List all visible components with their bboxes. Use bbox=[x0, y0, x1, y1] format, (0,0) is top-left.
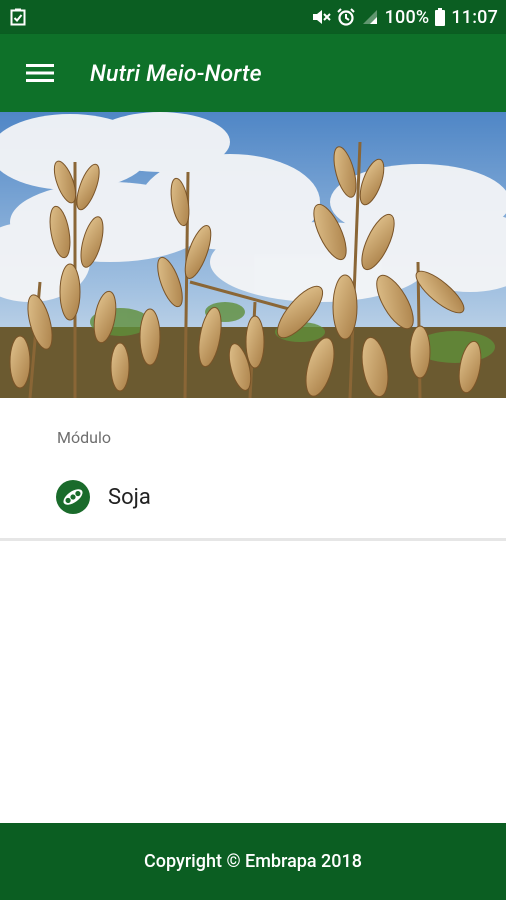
soybean-icon bbox=[56, 480, 90, 514]
mute-icon bbox=[311, 8, 331, 26]
alarm-icon bbox=[336, 8, 355, 26]
app-title: Nutri Meio-Norte bbox=[90, 59, 262, 87]
hamburger-menu-icon[interactable] bbox=[26, 63, 54, 83]
module-item-soja[interactable]: Soja bbox=[56, 478, 151, 516]
copyright-text: Copyright © Embrapa 2018 bbox=[144, 851, 362, 872]
clock: 11:07 bbox=[451, 6, 498, 28]
app-bar: Nutri Meio-Norte bbox=[0, 34, 506, 112]
status-bar: 100% 11:07 bbox=[0, 0, 506, 34]
section-label: Módulo bbox=[57, 428, 111, 447]
clipboard-check-icon bbox=[10, 8, 26, 26]
module-card: Módulo Soja bbox=[0, 398, 506, 541]
battery-icon bbox=[435, 8, 446, 26]
battery-percentage: 100% bbox=[384, 6, 430, 28]
soybean-field-photo bbox=[0, 112, 506, 398]
signal-icon bbox=[361, 8, 379, 26]
module-label: Soja bbox=[108, 484, 151, 510]
footer: Copyright © Embrapa 2018 bbox=[0, 823, 506, 900]
